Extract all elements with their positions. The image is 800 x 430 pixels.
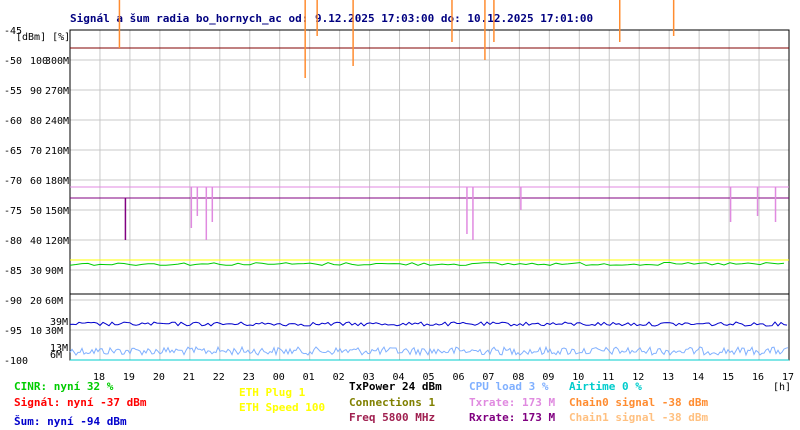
inline-rate-label: 39M	[50, 317, 68, 328]
legend-airtime: Airtime 0 %	[569, 380, 642, 393]
chart-title: Signál a šum radia bo_hornych_ac od: 9.1…	[70, 12, 593, 25]
x-tick: 02	[333, 372, 345, 383]
y-tick-pct: 10	[30, 326, 42, 337]
legend-rxrate: Rxrate: 173 M	[469, 411, 556, 424]
grid	[69, 29, 790, 361]
y-tick-dbm: -90	[4, 296, 22, 307]
inline-rate-label: 6M	[50, 350, 62, 361]
x-axis-label: [h]	[773, 382, 791, 393]
y-tick-pct: 30	[30, 266, 42, 277]
y-tick-rate: 90M	[45, 266, 63, 277]
y-tick-dbm: -50	[4, 56, 22, 67]
legend-signal: Signál: nyní -37 dBm	[14, 396, 147, 409]
x-tick: 17	[782, 372, 794, 383]
legend-chain1: Chain1 signal -38 dBm	[569, 411, 709, 424]
y-tick-rate: 270M	[45, 86, 69, 97]
x-tick: 13	[662, 372, 674, 383]
y-tick-rate: 150M	[45, 206, 69, 217]
y-tick-rate: 60M	[45, 296, 63, 307]
x-tick: 22	[213, 372, 225, 383]
y-tick-pct: 90	[30, 86, 42, 97]
legend-txrate: Txrate: 173 M	[469, 396, 556, 409]
y-tick-rate: 120M	[45, 236, 69, 247]
series-noise	[69, 321, 788, 327]
y-tick-pct: 20	[30, 296, 42, 307]
legend-noise: Šum: nyní -94 dBm	[14, 415, 127, 428]
y-tick-pct: 70	[30, 146, 42, 157]
y-tick-rate: 240M	[45, 116, 69, 127]
x-tick: 20	[153, 372, 165, 383]
y-tick-dbm: -45	[4, 26, 22, 37]
legend-txpower: TxPower 24 dBm	[349, 380, 442, 393]
x-tick: 01	[303, 372, 315, 383]
x-tick: 23	[243, 372, 255, 383]
x-tick: 00	[273, 372, 285, 383]
y-tick-rate: 300M	[45, 56, 69, 67]
legend-freq: Freq 5800 MHz	[349, 411, 436, 424]
y-tick-pct: 80	[30, 116, 42, 127]
legend-eth-plug: ETH Plug 1	[239, 386, 306, 399]
y-tick-rate: 210M	[45, 146, 69, 157]
tick-labels: -45-50 100300M-55 90 270M-60 80 240M-65 70 210M…	[4, 26, 794, 383]
y-tick-dbm: -75	[4, 206, 22, 217]
x-tick: 15	[722, 372, 734, 383]
series-cinr	[69, 262, 785, 266]
legend-connections: Connections 1	[349, 396, 436, 409]
x-tick: 16	[752, 372, 764, 383]
x-tick: 21	[183, 372, 195, 383]
legend-chain0: Chain0 signal -38 dBm	[569, 396, 709, 409]
legend-cpu: CPU load 3 %	[469, 380, 549, 393]
legend-cinr: CINR: nyní 32 %	[14, 380, 114, 393]
y-tick-dbm: -60	[4, 116, 22, 127]
y-tick-dbm: -100	[4, 356, 28, 367]
y-tick-pct: 50	[30, 206, 42, 217]
y-tick-dbm: -65	[4, 146, 22, 157]
y-tick-pct: 60	[30, 176, 42, 187]
y-tick-dbm: -55	[4, 86, 22, 97]
y-tick-dbm: -85	[4, 266, 22, 277]
y-tick-rate: 180M	[45, 176, 69, 187]
y-tick-dbm: -70	[4, 176, 22, 187]
x-tick: 19	[123, 372, 135, 383]
y-tick-pct: 40	[30, 236, 42, 247]
y-axis-label: [dBm] [%]	[16, 32, 70, 43]
chart-svg: Signál a šum radia bo_hornych_ac od: 9.1…	[4, 0, 794, 393]
legend-eth-speed: ETH Speed 100	[239, 401, 326, 414]
x-tick: 06	[452, 372, 464, 383]
y-tick-dbm: -80	[4, 236, 22, 247]
y-tick-dbm: -95	[4, 326, 22, 337]
x-tick: 14	[692, 372, 704, 383]
